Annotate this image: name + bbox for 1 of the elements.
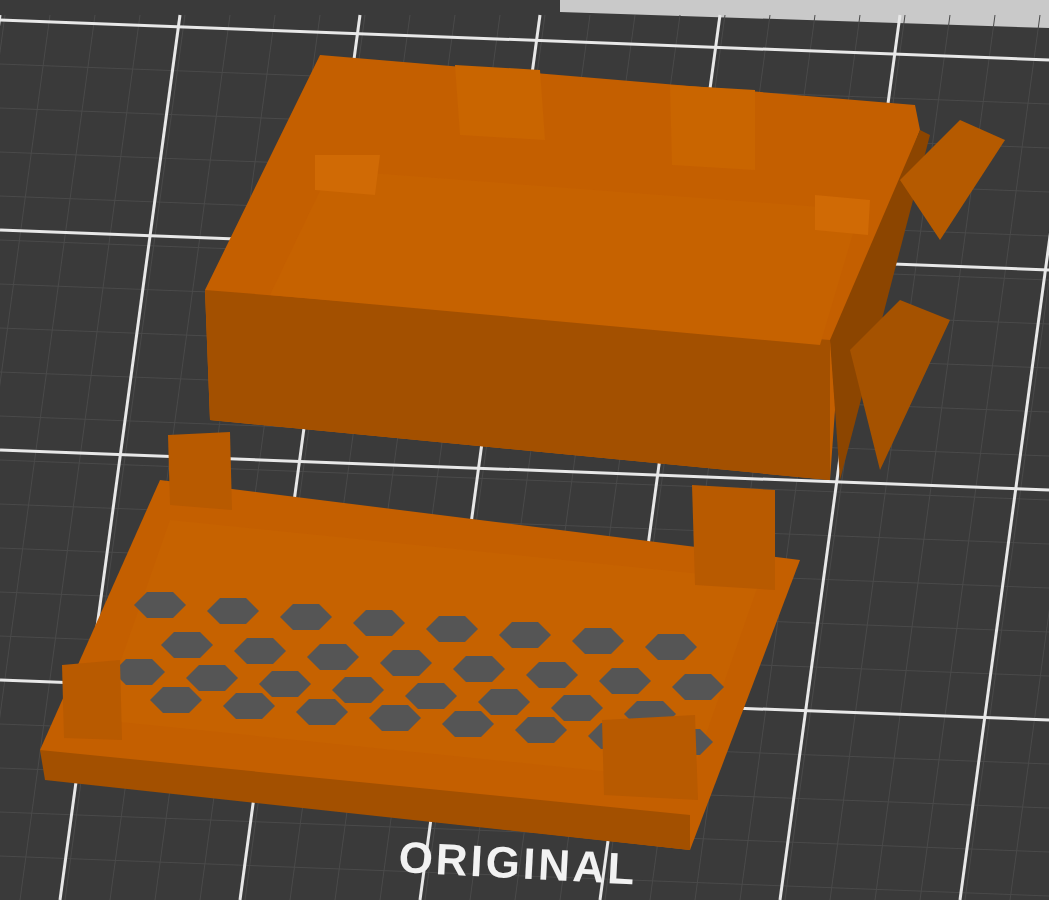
bed-label: ORIGINAL <box>397 832 639 895</box>
